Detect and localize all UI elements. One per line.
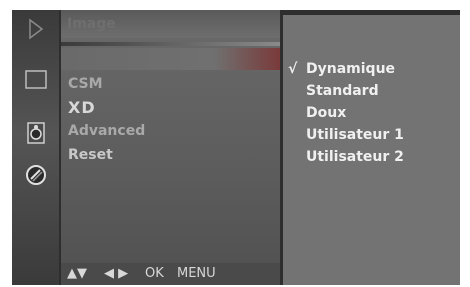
- option-dynamique[interactable]: Dynamique: [306, 61, 395, 77]
- time-icon[interactable]: [22, 161, 50, 189]
- audio-icon[interactable]: [22, 117, 50, 145]
- menu-item-advanced[interactable]: Advanced: [68, 123, 145, 139]
- menu-selection-bar: [61, 48, 280, 70]
- menu-title: Image: [61, 10, 280, 38]
- option-standard[interactable]: Standard: [306, 83, 379, 99]
- selected-check-icon: √: [288, 61, 298, 77]
- menu-item-csm[interactable]: CSM: [68, 76, 103, 92]
- screen-icon[interactable]: [22, 66, 50, 94]
- csm-options-panel: √ Dynamique Standard Doux Utilisateur 1 …: [283, 15, 460, 285]
- menu-hint: MENU: [177, 266, 216, 281]
- menu-item-reset[interactable]: Reset: [68, 147, 113, 163]
- option-utilisateur-2[interactable]: Utilisateur 2: [306, 149, 404, 165]
- option-doux[interactable]: Doux: [306, 105, 346, 121]
- option-utilisateur-1[interactable]: Utilisateur 1: [306, 127, 404, 143]
- menu-icon-rail: [12, 10, 59, 285]
- tv-osd-screen: Image CSM XD Advanced Reset ▲▼ ◀ ▶ OK ME…: [12, 10, 460, 285]
- ok-hint: OK: [145, 266, 164, 281]
- up-down-arrows-icon: ▲▼: [67, 266, 87, 281]
- left-right-arrows-icon: ◀ ▶: [104, 266, 129, 281]
- menu-divider: [61, 42, 280, 46]
- image-menu-panel: Image CSM XD Advanced Reset ▲▼ ◀ ▶ OK ME…: [61, 10, 280, 285]
- menu-navigation-footer: ▲▼ ◀ ▶ OK MENU: [61, 263, 280, 285]
- picture-icon[interactable]: [22, 15, 50, 43]
- menu-item-xd[interactable]: XD: [68, 98, 96, 117]
